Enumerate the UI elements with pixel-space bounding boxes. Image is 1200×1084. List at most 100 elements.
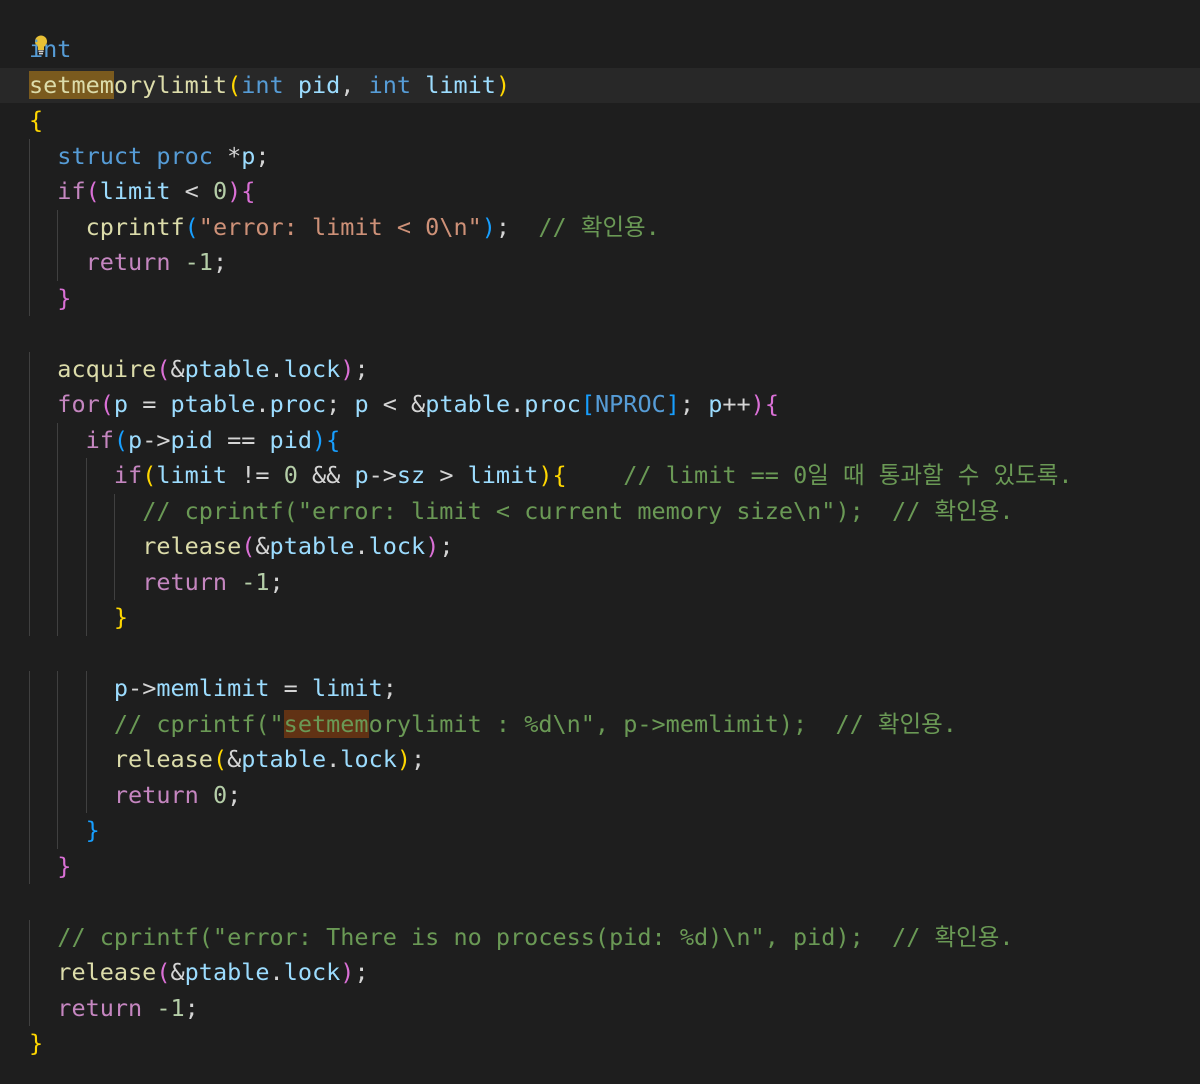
code-token: ptable [184,354,270,383]
code-token: proc [269,390,327,418]
indent-guide [57,422,59,458]
code-line[interactable]: cprintf("error: limit < 0\n"); // 확인용. [29,209,1200,245]
code-token: ( [241,532,256,560]
code-line[interactable]: int [29,32,1200,68]
code-token: lock [340,745,397,773]
indent-guide [29,174,30,210]
code-token: ; [212,248,228,276]
code-line[interactable]: setmemorylimit(int pid, int limit) [0,67,1200,103]
code-token: > [425,461,468,489]
code-token: & [255,532,270,560]
code-token: setmem [283,709,369,738]
indent-guide [29,387,30,423]
code-token: ) [340,354,355,383]
code-line[interactable]: } [29,848,1200,884]
indent-guide [29,351,30,387]
code-line[interactable]: return -1; [29,245,1200,281]
code-token: ptable [170,390,256,418]
code-line[interactable]: } [29,280,1200,316]
code-line[interactable]: if(limit != 0 && p->sz > limit){ // limi… [29,458,1200,494]
indent-guide [29,742,30,778]
code-line[interactable]: } [29,1026,1200,1062]
code-token: . [269,958,284,986]
code-line[interactable] [29,636,1200,672]
code-token: ) [495,70,511,99]
code-line[interactable]: release(&ptable.lock); [29,742,1200,778]
code-token: p [708,390,723,418]
code-token: ptable [184,958,270,986]
code-line[interactable] [29,884,1200,920]
code-editor[interactable]: int setmemorylimit(int pid, int limit){ s… [0,0,1200,1084]
code-token: != [227,461,284,489]
indent-guide [85,600,87,636]
code-token: , [340,70,369,99]
indent-guide [29,813,30,849]
code-token: NPROC [595,390,666,418]
code-line[interactable]: } [29,600,1200,636]
indent-guide [57,671,59,707]
code-token: acquire [57,354,157,383]
code-token: && [297,461,355,489]
indent-guide [29,280,30,316]
code-line[interactable]: // cprintf("setmemorylimit : %d\n", p->m… [29,706,1200,742]
code-line[interactable]: // cprintf("error: limit < current memor… [29,493,1200,529]
indent-guide [114,564,116,600]
code-line[interactable]: release(&ptable.lock); [29,955,1200,991]
code-line[interactable]: // cprintf("error: There is no process(p… [29,919,1200,955]
code-line[interactable]: for(p = ptable.proc; p < &ptable.proc[NP… [29,387,1200,423]
code-token: ) [538,461,553,489]
code-token: ] [665,390,680,418]
indent-guide [85,742,87,778]
code-line[interactable]: acquire(&ptable.lock); [29,351,1200,387]
code-line[interactable]: { [29,103,1200,139]
code-line[interactable] [29,316,1200,352]
code-token: ; [439,532,454,560]
indent-guide [57,458,59,494]
code-token: setmem [29,70,114,99]
indent-guide [57,209,59,245]
code-line[interactable]: release(&ptable.lock); [29,529,1200,565]
code-line[interactable]: return -1; [29,990,1200,1026]
code-line[interactable]: if(limit < 0){ [29,174,1200,210]
code-token: pid [269,425,312,454]
code-line[interactable]: struct proc *p; [29,138,1200,174]
indent-guide [85,777,87,813]
code-token: // 확인용. [538,212,660,241]
code-token: ptable [425,390,511,418]
indent-guide [85,493,87,529]
indent-guide [29,458,30,494]
code-token: -1 [156,993,185,1022]
code-token: limit [425,70,496,99]
code-line[interactable]: return -1; [29,564,1200,600]
code-token: ; [184,993,199,1022]
indent-guide [57,813,59,849]
code-line[interactable]: } [29,813,1200,849]
indent-guide [57,564,59,600]
code-token: return [113,780,199,809]
code-token: ; [382,674,397,702]
code-token: int [29,35,72,63]
indent-guide [85,529,87,565]
code-line[interactable]: if(p->pid == pid){ [29,422,1200,458]
code-token: limit [156,461,228,489]
code-token: // cprintf("error: limit < current memor… [142,496,1014,525]
code-token: orylimit [113,70,228,99]
code-line[interactable]: return 0; [29,777,1200,813]
code-line[interactable]: p->memlimit = limit; [29,671,1200,707]
code-token: ( [156,958,171,986]
code-token: ) [340,958,355,986]
code-token: ++ [722,390,751,418]
code-token: int [241,70,284,99]
code-area[interactable]: int setmemorylimit(int pid, int limit){ s… [0,32,1200,1062]
code-token: // limit == 0일 때 통과할 수 있도록. [623,461,1073,489]
code-token: ( [85,177,100,205]
code-token: = [128,390,171,418]
indent-guide [57,245,59,281]
